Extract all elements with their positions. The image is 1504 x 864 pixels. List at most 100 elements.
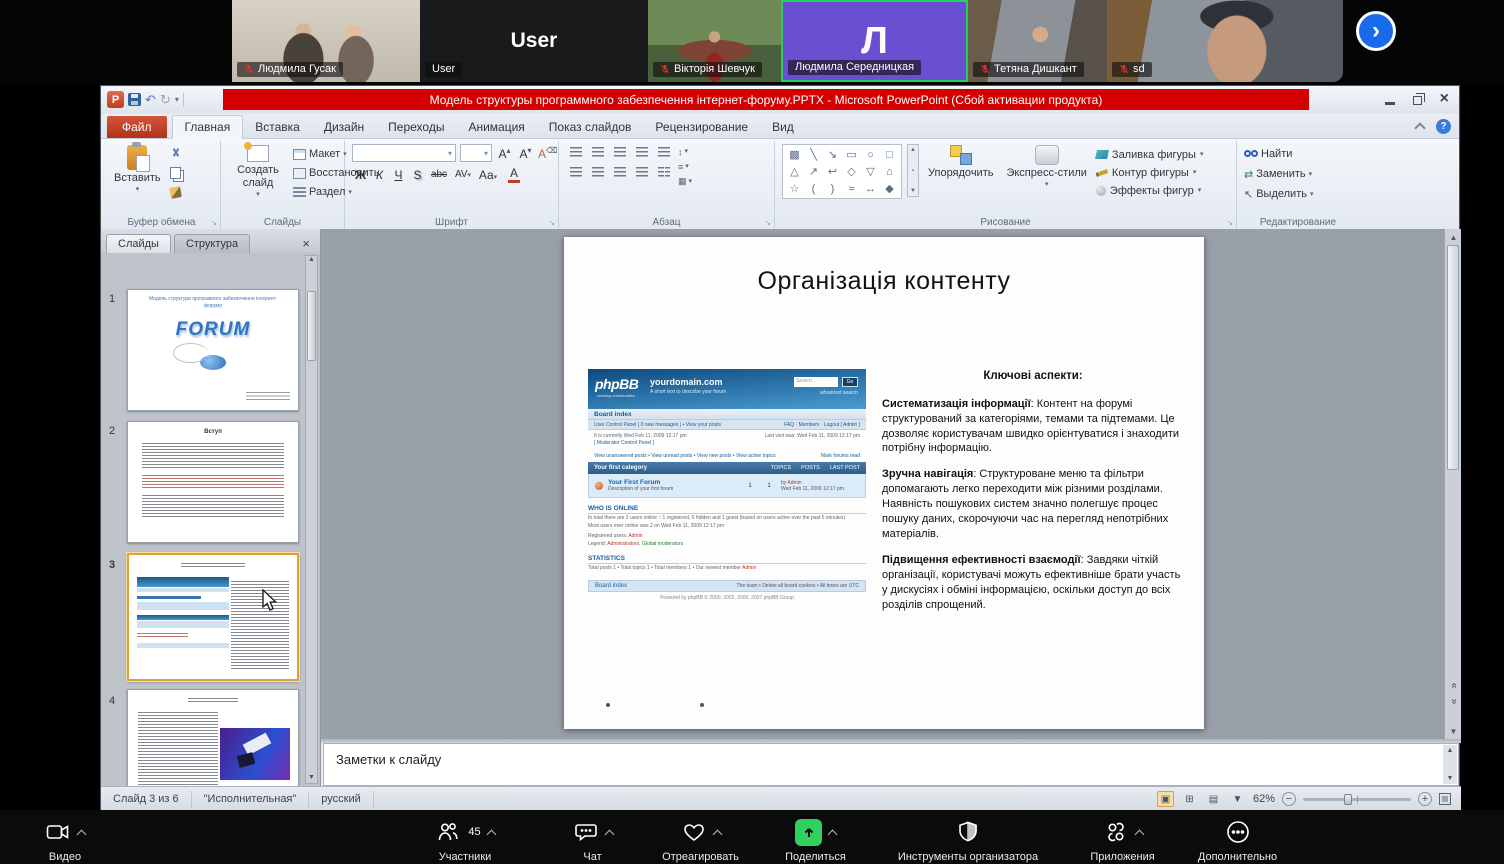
line-spacing-button[interactable]: [654, 144, 673, 160]
collapse-ribbon-icon[interactable]: [1414, 122, 1425, 133]
tab-home[interactable]: Главная: [172, 115, 244, 139]
previous-slide-button[interactable]: «: [1445, 677, 1462, 693]
chat-button[interactable]: Чат: [545, 817, 640, 863]
scroll-up-icon[interactable]: ▲: [1445, 229, 1462, 245]
tab-design[interactable]: Дизайн: [312, 116, 376, 138]
copy-button[interactable]: [170, 165, 182, 181]
shape-icon[interactable]: ○: [861, 146, 880, 163]
slide-thumbnail-4[interactable]: [127, 689, 299, 786]
dialog-launcher-icon[interactable]: ↘: [1227, 219, 1233, 227]
bullets-button[interactable]: [566, 144, 585, 160]
character-spacing-button[interactable]: AV▾: [452, 169, 474, 180]
chevron-up-icon[interactable]: [486, 830, 496, 840]
arrange-button[interactable]: Упорядочить: [924, 144, 997, 180]
participant-tile-viktoriia-shevchuk[interactable]: Вікторія Шевчук: [648, 0, 781, 82]
slide-sorter-view-button[interactable]: ⊞: [1181, 791, 1198, 807]
bold-button[interactable]: Ж: [352, 168, 369, 182]
quick-styles-button[interactable]: Экспресс-стили ▾: [1002, 144, 1090, 189]
tab-slides-thumbnails[interactable]: Слайды: [106, 234, 171, 253]
shape-icon[interactable]: ◆: [880, 180, 899, 197]
font-color-button[interactable]: А: [502, 166, 526, 183]
title-bar[interactable]: P ↶ ↻ ▾ Модель структуры программного за…: [101, 86, 1459, 114]
shape-icon[interactable]: ): [823, 180, 842, 197]
decrease-indent-button[interactable]: [610, 144, 629, 160]
slide-title[interactable]: Організація контенту: [564, 267, 1204, 296]
theme-name[interactable]: "Исполнительная": [192, 791, 310, 808]
host-tools-button[interactable]: Инструменты организатора: [858, 817, 1078, 863]
chevron-up-icon[interactable]: [1134, 830, 1144, 840]
dialog-launcher-icon[interactable]: ↘: [765, 219, 771, 227]
shapes-gallery[interactable]: ▩╲↘▭○□ △↗↩◇▽⌂ ☆()≈↔◆: [782, 144, 902, 199]
shape-icon[interactable]: ╲: [804, 146, 823, 163]
shapes-scrollbar[interactable]: ▲▪▼: [907, 144, 919, 197]
shape-icon[interactable]: ↗: [804, 163, 823, 180]
zoom-slider-thumb[interactable]: [1344, 794, 1352, 805]
fit-to-window-button[interactable]: [1439, 793, 1451, 805]
new-slide-button[interactable]: Создать слайд ▾: [228, 144, 288, 199]
restore-button[interactable]: [1413, 96, 1422, 105]
change-case-button[interactable]: Аа▾: [476, 168, 500, 182]
more-button[interactable]: Дополнительно: [1180, 817, 1295, 863]
close-panel-button[interactable]: ×: [297, 236, 315, 253]
video-button[interactable]: Видео: [20, 817, 110, 863]
shape-icon[interactable]: ⌂: [880, 163, 899, 180]
redo-icon[interactable]: ↻: [160, 93, 171, 106]
vertical-scrollbar[interactable]: ▲ « » ▼: [1444, 229, 1461, 739]
normal-view-button[interactable]: ▣: [1157, 791, 1174, 807]
shape-icon[interactable]: ≈: [842, 180, 861, 197]
zoom-slider[interactable]: [1303, 798, 1411, 801]
dialog-launcher-icon[interactable]: ↘: [211, 219, 217, 227]
minimize-button[interactable]: [1385, 102, 1395, 105]
convert-smartart-button[interactable]: ▦▾: [678, 175, 692, 188]
share-screen-button[interactable]: Поделиться: [758, 817, 873, 863]
align-text-button[interactable]: ≡▾: [678, 160, 692, 173]
next-slide-button[interactable]: »: [1445, 693, 1462, 709]
slide-canvas[interactable]: Організація контенту phpBB creating comm…: [564, 237, 1204, 729]
participant-tile-liudmyla-serednytska[interactable]: Л Людмила Середницкая: [781, 0, 968, 82]
tab-animations[interactable]: Анимация: [456, 116, 536, 138]
grow-font-button[interactable]: А▴: [496, 146, 513, 161]
shape-icon[interactable]: ☆: [785, 180, 804, 197]
format-painter-button[interactable]: [170, 184, 182, 200]
scroll-up-icon[interactable]: ▲: [308, 256, 315, 263]
replace-button[interactable]: ⇄Заменить▾: [1244, 166, 1313, 182]
tab-outline[interactable]: Структура: [174, 234, 250, 253]
scrollbar-thumb[interactable]: [1447, 245, 1459, 470]
align-right-button[interactable]: [610, 164, 629, 180]
slide-text-placeholder[interactable]: Ключові аспекти: Систематизація інформац…: [882, 369, 1184, 624]
save-icon[interactable]: [128, 93, 141, 106]
align-left-button[interactable]: [566, 164, 585, 180]
clear-formatting-button[interactable]: А⌫: [538, 146, 555, 161]
participant-tile-user[interactable]: User User: [420, 0, 648, 82]
scroll-down-icon[interactable]: ▼: [1445, 723, 1462, 739]
shape-icon[interactable]: ◇: [842, 163, 861, 180]
shape-icon[interactable]: ▭: [842, 146, 861, 163]
chevron-up-icon[interactable]: [604, 830, 614, 840]
find-button[interactable]: Найти: [1244, 146, 1313, 162]
columns-button[interactable]: [654, 164, 673, 180]
close-button[interactable]: ×: [1440, 89, 1449, 109]
help-icon[interactable]: ?: [1436, 119, 1451, 134]
shape-icon[interactable]: △: [785, 163, 804, 180]
apps-button[interactable]: Приложения: [1065, 817, 1180, 863]
shape-fill-button[interactable]: Заливка фигуры▾: [1096, 146, 1204, 163]
shape-icon[interactable]: ↩: [823, 163, 842, 180]
shrink-font-button[interactable]: А▾: [517, 146, 534, 161]
shape-icon[interactable]: ↘: [823, 146, 842, 163]
zoom-out-button[interactable]: −: [1282, 792, 1296, 806]
powerpoint-app-icon[interactable]: P: [107, 91, 124, 108]
text-shadow-button[interactable]: S: [409, 168, 426, 182]
justify-button[interactable]: [632, 164, 651, 180]
shape-icon[interactable]: ▩: [785, 146, 804, 163]
notes-scrollbar[interactable]: ▲▼: [1443, 745, 1457, 784]
slide-thumbnail-1[interactable]: Модель структури програмного забезпеченн…: [127, 289, 299, 411]
participant-tile-sd[interactable]: sd: [1107, 0, 1343, 82]
tab-file[interactable]: Файл: [107, 116, 167, 138]
panel-scrollbar[interactable]: ▲ ▼: [305, 255, 318, 784]
underline-button[interactable]: Ч: [390, 168, 407, 182]
shape-icon[interactable]: (: [804, 180, 823, 197]
shape-effects-button[interactable]: Эффекты фигур▾: [1096, 182, 1204, 199]
slide-thumbnail-3-selected[interactable]: [127, 553, 299, 681]
shape-icon[interactable]: ↔: [861, 180, 880, 197]
scroll-down-icon[interactable]: ▼: [308, 774, 315, 781]
